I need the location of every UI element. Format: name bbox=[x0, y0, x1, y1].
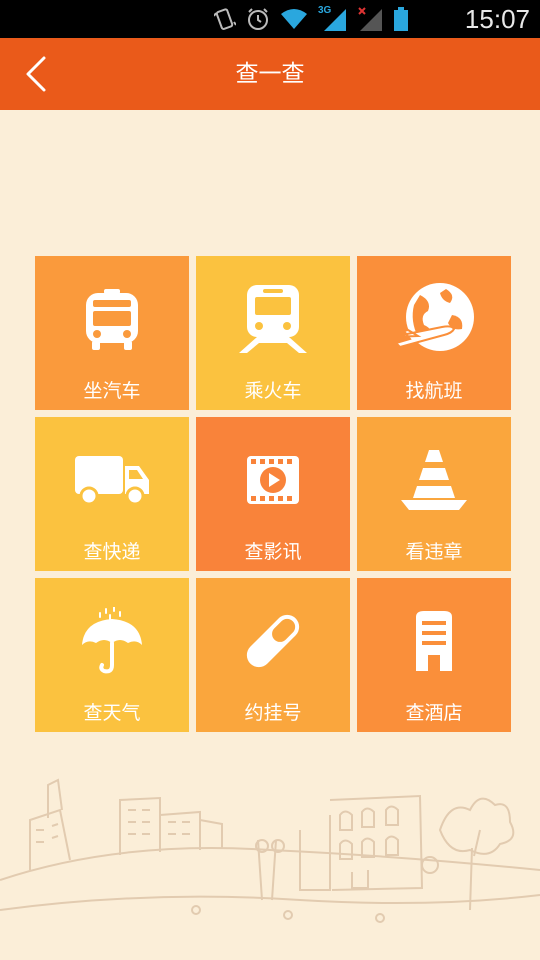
tile-label: 乘火车 bbox=[244, 380, 302, 402]
vibrate-icon bbox=[214, 8, 236, 30]
tile-appointment[interactable]: 约挂号 bbox=[196, 578, 350, 732]
tile-label: 约挂号 bbox=[244, 702, 302, 724]
tile-movies[interactable]: 查影讯 bbox=[196, 417, 350, 571]
tile-label: 找航班 bbox=[405, 380, 463, 402]
hotel-building-icon bbox=[416, 611, 452, 671]
signal-no-sim-icon bbox=[358, 7, 384, 31]
train-icon bbox=[239, 285, 307, 353]
tile-label: 查天气 bbox=[83, 702, 141, 724]
status-time: 15:07 bbox=[464, 4, 530, 34]
traffic-cone-icon bbox=[401, 450, 467, 510]
service-grid: 坐汽车 乘火车 找航班 查快递 查影讯 看违章 查天气 约挂号 查酒店 bbox=[35, 256, 511, 732]
pill-icon bbox=[246, 614, 300, 668]
back-button[interactable] bbox=[14, 52, 58, 96]
tile-weather[interactable]: 查天气 bbox=[35, 578, 189, 732]
app-header: 查一查 bbox=[0, 38, 540, 110]
tile-label: 查快递 bbox=[83, 541, 141, 563]
alarm-icon bbox=[248, 8, 268, 30]
page-title: 查一查 bbox=[235, 61, 305, 87]
truck-icon bbox=[75, 456, 149, 506]
film-icon bbox=[247, 456, 299, 504]
tile-label: 查酒店 bbox=[405, 702, 463, 724]
battery-icon bbox=[394, 7, 408, 31]
tile-label: 看违章 bbox=[405, 541, 463, 563]
status-bar: 3G 15:07 bbox=[0, 0, 540, 38]
signal-3g-icon: 3G bbox=[318, 5, 348, 31]
tile-label: 坐汽车 bbox=[83, 380, 141, 402]
bus-icon bbox=[86, 289, 138, 350]
tile-express[interactable]: 查快递 bbox=[35, 417, 189, 571]
umbrella-icon bbox=[82, 607, 142, 674]
globe-plane-icon bbox=[391, 283, 474, 351]
tile-train[interactable]: 乘火车 bbox=[196, 256, 350, 410]
tile-label: 查影讯 bbox=[244, 541, 302, 563]
chevron-left-icon bbox=[26, 56, 46, 92]
tile-flight[interactable]: 找航班 bbox=[357, 256, 511, 410]
wifi-icon bbox=[281, 9, 307, 29]
tile-violations[interactable]: 看违章 bbox=[357, 417, 511, 571]
status-icons: 3G bbox=[214, 5, 408, 32]
tile-hotel[interactable]: 查酒店 bbox=[357, 578, 511, 732]
tile-bus[interactable]: 坐汽车 bbox=[35, 256, 189, 410]
city-sketch-illustration bbox=[0, 778, 540, 923]
